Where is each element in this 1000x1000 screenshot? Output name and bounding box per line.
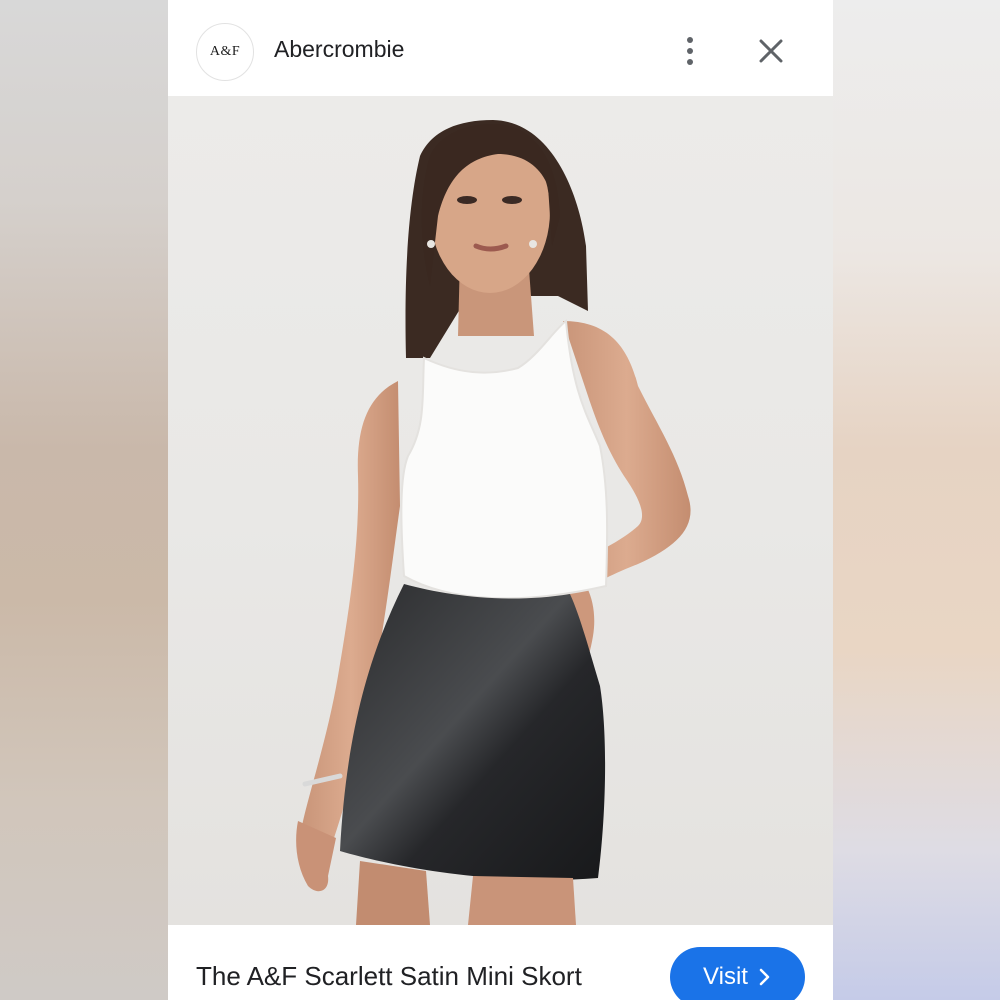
visit-label: Visit (703, 963, 748, 990)
blurred-background-left (0, 0, 168, 1000)
more-options-icon[interactable] (673, 32, 707, 70)
product-image[interactable] (168, 96, 833, 925)
model-illustration (296, 120, 691, 925)
chevron-right-icon (759, 968, 770, 986)
product-title[interactable]: The A&F Scarlett Satin Mini Skort (196, 961, 582, 992)
brand-logo[interactable]: A&F (196, 23, 254, 81)
preview-header: A&F Abercrombie (168, 0, 833, 96)
blurred-background-right (832, 0, 1000, 1000)
brand-logo-text: A&F (209, 44, 241, 59)
visit-button[interactable]: Visit (670, 947, 805, 1000)
brand-name[interactable]: Abercrombie (274, 36, 404, 63)
image-preview-card: A&F Abercrombie The A&F Scarlett Satin M… (168, 0, 833, 1000)
close-icon[interactable] (754, 34, 788, 68)
preview-footer: The A&F Scarlett Satin Mini Skort Visit (168, 925, 833, 1000)
